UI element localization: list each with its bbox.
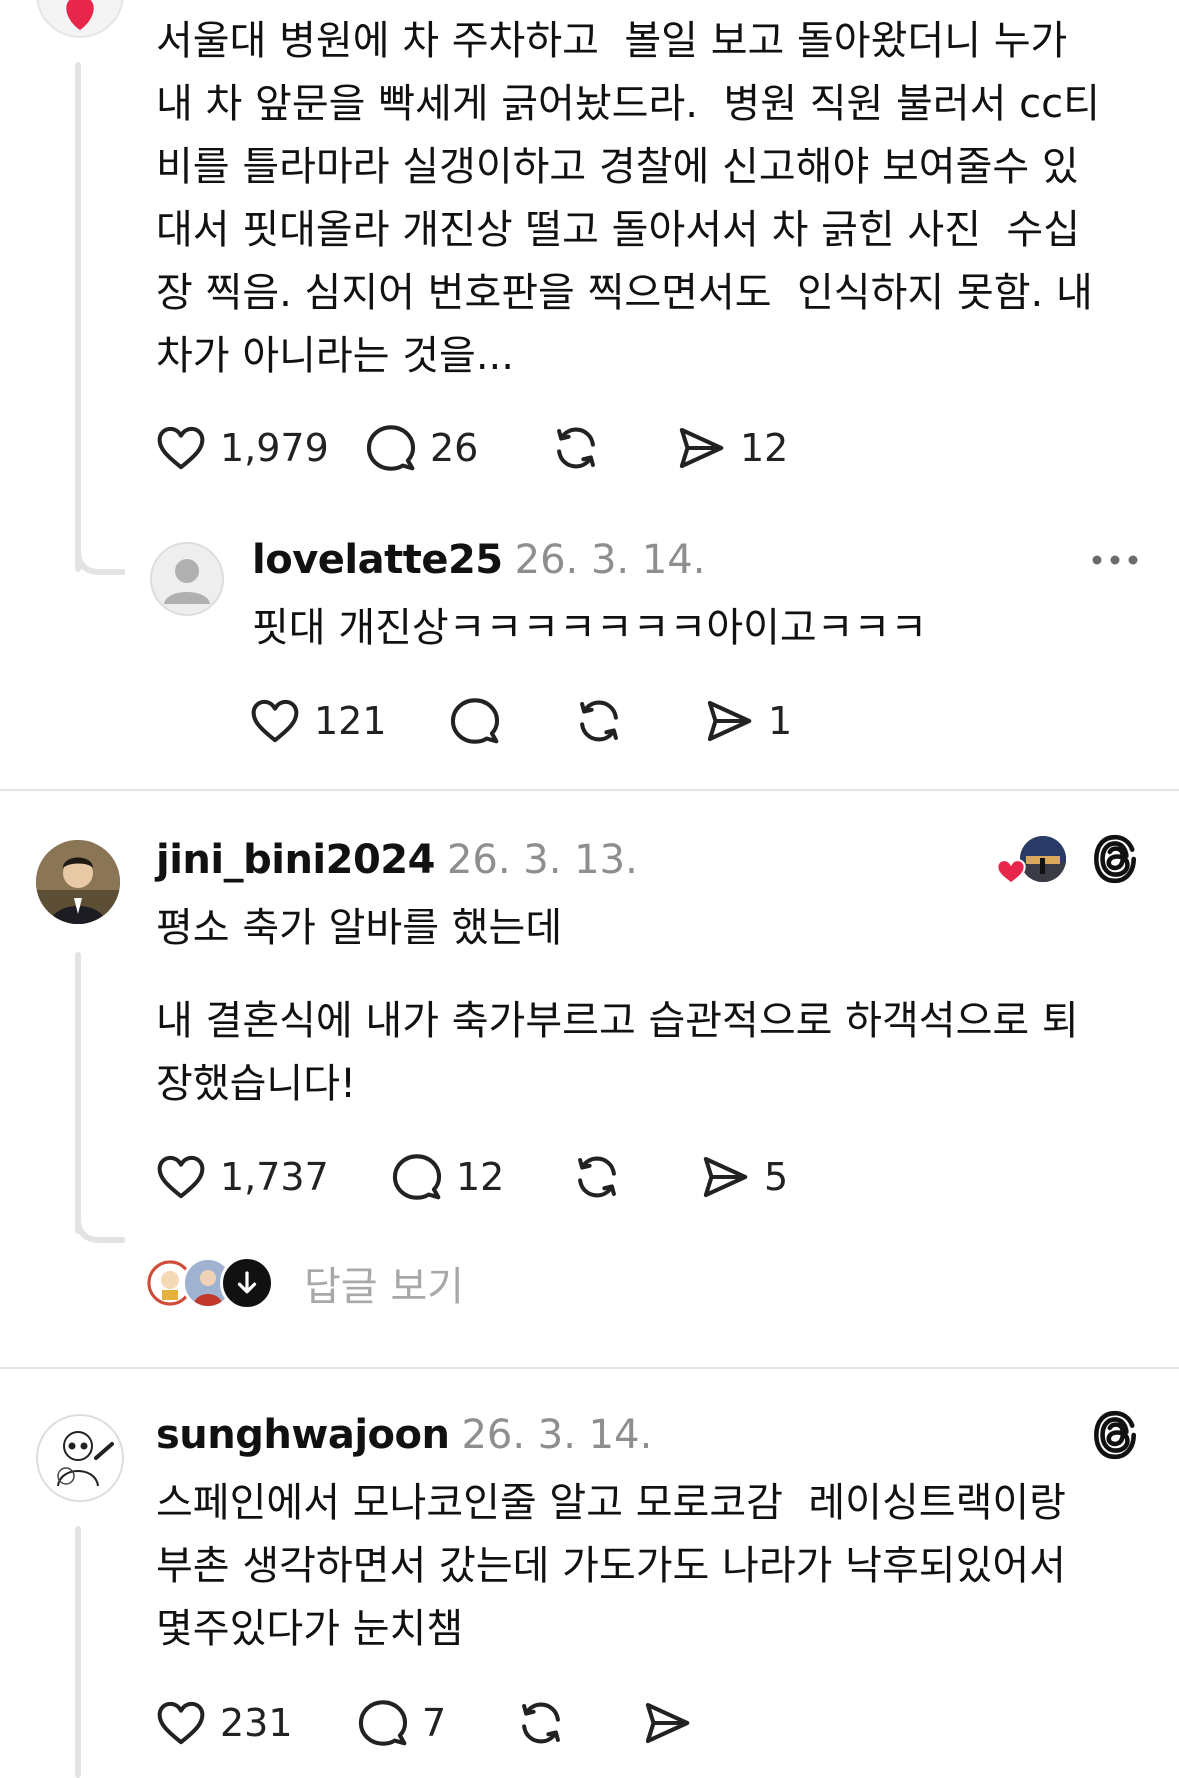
send-icon	[679, 427, 724, 469]
comment-count: 7	[422, 1701, 447, 1745]
comment-button[interactable]	[448, 694, 572, 748]
heart-avatar-icon	[66, 0, 94, 30]
action-row: 231 7	[154, 1693, 720, 1753]
avatar[interactable]	[150, 542, 224, 616]
action-row: 1,737 12 5	[154, 1147, 838, 1207]
like-count: 1,979	[220, 426, 329, 470]
comment-text: 스페인에서 모나코인줄 알고 모로코감 레이싱트랙이랑 부촌 생각하면서 갔는데…	[156, 1480, 1066, 1652]
repost-icon	[580, 700, 618, 742]
comment-button[interactable]: 12	[390, 1150, 570, 1204]
send-icon	[703, 1156, 748, 1198]
like-count: 231	[220, 1701, 293, 1745]
like-button[interactable]: 1,737	[154, 1150, 390, 1204]
separator	[0, 1367, 1179, 1369]
repost-icon	[578, 1156, 616, 1198]
more-options-button[interactable]	[1090, 552, 1140, 566]
comment-header: sunghwajoon 26. 3. 14.	[156, 1405, 652, 1473]
post-date: 26. 3. 13.	[446, 837, 638, 883]
thread-line	[75, 62, 81, 572]
repost-icon	[522, 1702, 560, 1744]
username[interactable]: jini_bini2024	[156, 837, 435, 883]
threads-icon	[1094, 1410, 1136, 1460]
action-row: 121 1	[248, 691, 812, 751]
comment-text: 내 결혼식에 내가 축가부르고 습관적으로 하객석으로 퇴 장했습니다!	[156, 998, 1079, 1107]
avatar[interactable]	[36, 0, 124, 38]
share-button[interactable]: 12	[674, 421, 814, 475]
repost-icon	[557, 427, 595, 469]
comment-text: 평소 축가 알바를 했는데	[156, 905, 563, 951]
heart-icon	[157, 1701, 205, 1745]
send-icon	[645, 1702, 690, 1744]
comment-text: 서울대 병원에 차 주차하고 볼일 보고 돌아왔더니 누가 내 차 앞문을 빡세…	[156, 18, 1100, 379]
share-button[interactable]: 1	[702, 694, 812, 748]
repost-button[interactable]	[514, 1696, 640, 1750]
arrow-down-icon	[237, 1271, 257, 1294]
send-icon	[707, 700, 752, 742]
reply-header: lovelatte25 26. 3. 14.	[252, 530, 705, 598]
default-user-icon	[164, 559, 210, 604]
like-button[interactable]: 1,979	[154, 421, 364, 475]
avatar[interactable]	[36, 1414, 124, 1502]
like-count: 121	[314, 699, 387, 743]
share-button[interactable]: 5	[698, 1150, 838, 1204]
username[interactable]: lovelatte25	[252, 537, 503, 583]
comment-header: jini_bini2024 26. 3. 13.	[156, 830, 638, 898]
author-liked-indicator	[994, 836, 1066, 886]
threads-logo-icon[interactable]	[1090, 832, 1140, 890]
thread-curve	[75, 1210, 125, 1243]
post-date: 26. 3. 14.	[461, 1412, 653, 1458]
heart-icon	[157, 426, 205, 470]
profile-photo-icon	[36, 840, 120, 924]
skull-sketch-icon	[57, 1431, 114, 1487]
repost-button[interactable]	[570, 1150, 698, 1204]
comment-count: 12	[456, 1155, 505, 1199]
repost-button[interactable]	[572, 694, 702, 748]
repost-button[interactable]	[549, 421, 674, 475]
share-count: 5	[764, 1155, 789, 1199]
comment-icon	[358, 1700, 408, 1746]
separator	[0, 789, 1179, 791]
comment-button[interactable]: 7	[356, 1696, 514, 1750]
thread-line	[75, 952, 81, 1234]
comment-icon	[366, 425, 416, 471]
threads-logo-icon[interactable]	[1090, 1408, 1140, 1466]
reply-text: 핏대 개진상ㅋㅋㅋㅋㅋㅋㅋ아이고ㅋㅋㅋ	[252, 605, 928, 651]
username[interactable]: sunghwajoon	[156, 1412, 450, 1458]
action-row: 1,979 26 12	[154, 418, 814, 478]
comment-icon	[450, 698, 500, 744]
heart-icon	[157, 1155, 205, 1199]
share-count: 1	[768, 699, 793, 743]
share-button[interactable]	[640, 1696, 720, 1750]
view-replies-label: 답글 보기	[304, 1264, 464, 1310]
thread-curve	[75, 540, 125, 575]
threads-icon	[1094, 834, 1136, 884]
heart-icon	[251, 699, 299, 743]
like-button[interactable]: 121	[248, 694, 448, 748]
view-replies-button[interactable]: 답글 보기	[144, 1256, 464, 1310]
comment-count: 26	[430, 426, 479, 470]
heart-icon	[996, 859, 1026, 885]
post-date: 26. 3. 14.	[514, 537, 706, 583]
like-button[interactable]: 231	[154, 1696, 356, 1750]
share-count: 12	[740, 426, 789, 470]
replier-avatar	[220, 1256, 274, 1310]
like-count: 1,737	[220, 1155, 329, 1199]
more-icon	[1092, 555, 1138, 565]
comment-button[interactable]: 26	[364, 421, 549, 475]
thread-line	[75, 1526, 81, 1778]
avatar[interactable]	[36, 840, 120, 924]
comment-icon	[392, 1154, 442, 1200]
